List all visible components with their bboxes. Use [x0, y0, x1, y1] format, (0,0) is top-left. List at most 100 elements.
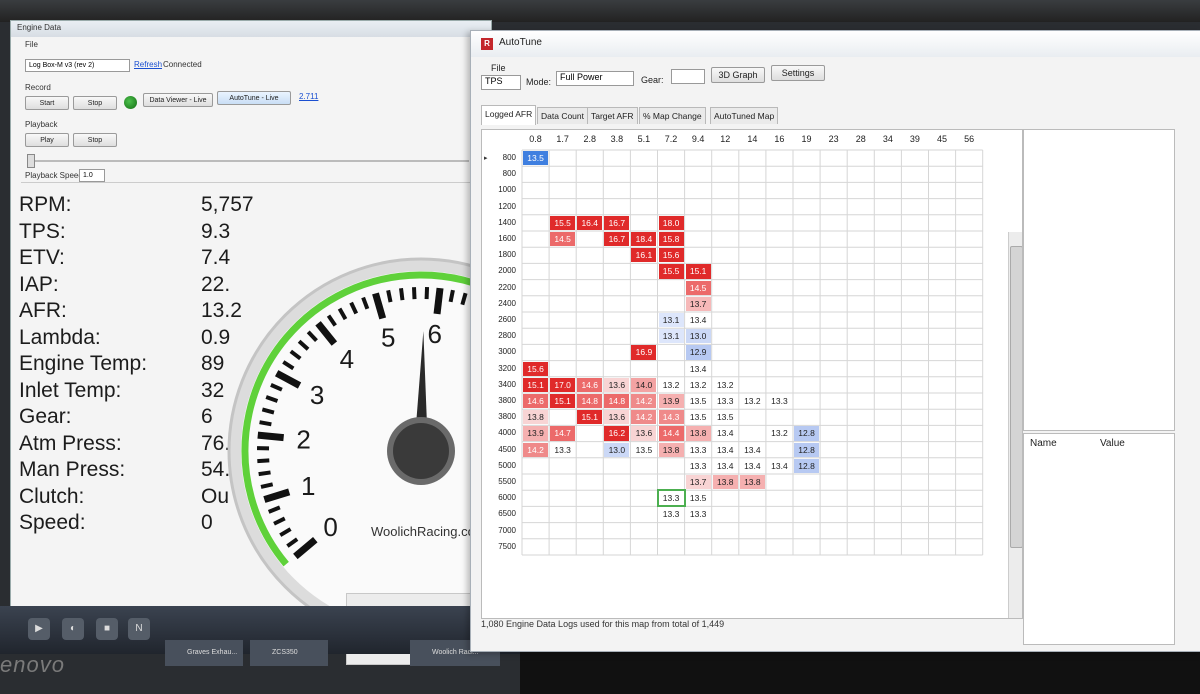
afr-cell[interactable]: 16.7 — [604, 232, 630, 247]
afr-cell[interactable]: 16.1 — [631, 248, 657, 263]
refresh-link[interactable]: Refresh — [134, 60, 162, 69]
row-header[interactable]: 6500 — [486, 509, 516, 518]
settings-button[interactable]: Settings — [771, 65, 825, 81]
mode-select[interactable]: Full Power — [556, 71, 634, 86]
taskbar-item-zcs350[interactable]: ZCS350 — [250, 640, 328, 666]
afr-cell[interactable]: 15.6 — [658, 248, 684, 263]
afr-cell[interactable]: 13.4 — [685, 313, 711, 328]
afr-cell[interactable]: 13.2 — [739, 394, 765, 409]
playback-play-button[interactable]: Play — [25, 133, 69, 147]
afr-cell[interactable]: 17.0 — [550, 377, 576, 392]
row-header[interactable]: 2200 — [486, 283, 516, 292]
afr-cell[interactable]: 13.2 — [685, 377, 711, 392]
afr-cell[interactable]: 14.6 — [523, 394, 549, 409]
tab-map-change[interactable]: % Map Change — [639, 107, 706, 124]
row-header[interactable]: 1400 — [486, 218, 516, 227]
row-header[interactable]: 1800 — [486, 250, 516, 259]
afr-cell[interactable]: 13.3 — [685, 442, 711, 457]
column-header[interactable]: 45 — [929, 134, 956, 144]
row-header[interactable]: 800 — [486, 169, 516, 178]
column-header[interactable]: 28 — [847, 134, 874, 144]
row-header[interactable]: 1000 — [486, 185, 516, 194]
afr-cell[interactable]: 13.1 — [658, 329, 684, 344]
afr-cell[interactable]: 16.9 — [631, 345, 657, 360]
record-start-button[interactable]: Start — [25, 96, 69, 110]
afr-cell[interactable]: 13.7 — [685, 296, 711, 311]
afr-cell[interactable]: 13.2 — [766, 426, 792, 441]
onenote-icon[interactable]: N — [128, 618, 150, 640]
afr-cell[interactable]: 13.3 — [766, 394, 792, 409]
tab-data-count[interactable]: Data Count — [537, 107, 588, 124]
afr-cell[interactable]: 13.5 — [712, 410, 738, 425]
afr-cell[interactable]: 12.8 — [794, 426, 820, 441]
afr-cell[interactable]: 13.5 — [685, 491, 711, 506]
afr-cell[interactable]: 13.3 — [656, 489, 686, 508]
afr-cell[interactable]: 13.4 — [712, 426, 738, 441]
afr-cell[interactable]: 16.2 — [604, 426, 630, 441]
row-header[interactable]: 7000 — [486, 526, 516, 535]
afr-cell[interactable]: 13.5 — [685, 394, 711, 409]
taskbar-item-graves[interactable]: Graves Exhau... — [165, 640, 243, 666]
afr-cell[interactable]: 13.0 — [604, 442, 630, 457]
row-header[interactable]: 3000 — [486, 347, 516, 356]
afr-cell[interactable]: 15.5 — [658, 264, 684, 279]
row-header[interactable]: 1600 — [486, 234, 516, 243]
row-header[interactable]: 2600 — [486, 315, 516, 324]
afr-cell[interactable]: 14.5 — [685, 280, 711, 295]
row-header[interactable]: 3800 — [486, 396, 516, 405]
row-header[interactable]: 3800 — [486, 412, 516, 421]
afr-cell[interactable]: 13.3 — [685, 458, 711, 473]
column-header[interactable]: 3.8 — [603, 134, 630, 144]
afr-cell[interactable]: 15.1 — [577, 410, 603, 425]
row-header[interactable]: 2800 — [486, 331, 516, 340]
afr-cell[interactable]: 15.6 — [523, 361, 549, 376]
column-header[interactable]: 19 — [793, 134, 820, 144]
afr-cell[interactable]: 14.0 — [631, 377, 657, 392]
playback-speed-input[interactable]: 1.0 — [79, 169, 105, 182]
afr-cell[interactable]: 16.4 — [577, 215, 603, 230]
afr-cell[interactable]: 14.2 — [523, 442, 549, 457]
grid-vertical-scrollbar[interactable] — [1008, 232, 1022, 618]
afr-cell[interactable]: 13.0 — [685, 329, 711, 344]
tab-autotuned-map[interactable]: AutoTuned Map — [710, 107, 779, 124]
afr-cell[interactable]: 14.8 — [577, 394, 603, 409]
tab-logged-afr[interactable]: Logged AFR — [481, 105, 537, 125]
afr-cell[interactable]: 15.1 — [523, 377, 549, 392]
afr-cell[interactable]: 13.8 — [523, 410, 549, 425]
column-header[interactable]: 39 — [901, 134, 928, 144]
afr-cell[interactable]: 13.3 — [658, 507, 684, 522]
column-header[interactable]: 56 — [956, 134, 983, 144]
afr-cell[interactable]: 18.4 — [631, 232, 657, 247]
column-header[interactable]: 14 — [739, 134, 766, 144]
afr-cell[interactable]: 13.4 — [685, 361, 711, 376]
playback-slider-track[interactable] — [29, 160, 469, 162]
playback-stop-button[interactable]: Stop — [73, 133, 117, 147]
afr-cell[interactable]: 13.5 — [523, 151, 549, 166]
afr-cell[interactable]: 12.8 — [794, 458, 820, 473]
afr-cell[interactable]: 16.7 — [604, 215, 630, 230]
afr-cell[interactable]: 12.8 — [794, 442, 820, 457]
column-header[interactable]: 12 — [712, 134, 739, 144]
afr-cell[interactable]: 13.5 — [685, 410, 711, 425]
afr-cell[interactable]: 13.9 — [523, 426, 549, 441]
afr-cell[interactable]: 14.8 — [604, 394, 630, 409]
row-header[interactable]: 2000 — [486, 266, 516, 275]
folder-icon[interactable]: ■ — [96, 618, 118, 640]
row-header[interactable]: 5000 — [486, 461, 516, 470]
afr-cell[interactable]: 15.1 — [685, 264, 711, 279]
row-header[interactable]: 4500 — [486, 445, 516, 454]
axis-select[interactable]: TPS — [481, 75, 521, 90]
afr-map-grid[interactable]: 0.8 1.7 2.8 3.8 5.1 7.2 9.4 12 14 16 19 23 28 34 39 45 5… — [481, 129, 1023, 619]
tab-target-afr[interactable]: Target AFR — [587, 107, 638, 124]
afr-cell[interactable]: 15.1 — [550, 394, 576, 409]
row-header[interactable]: 3400 — [486, 380, 516, 389]
afr-cell[interactable]: 14.3 — [658, 410, 684, 425]
afr-cell[interactable]: 13.4 — [739, 442, 765, 457]
row-header[interactable]: 2400 — [486, 299, 516, 308]
media-icon[interactable]: ▶ — [28, 618, 50, 640]
row-header[interactable]: 800 — [486, 153, 516, 162]
column-header[interactable]: 2.8 — [576, 134, 603, 144]
afr-cell[interactable]: 14.7 — [550, 426, 576, 441]
file-menu[interactable]: File — [11, 37, 491, 52]
autotune-file-menu[interactable]: File — [491, 63, 506, 73]
